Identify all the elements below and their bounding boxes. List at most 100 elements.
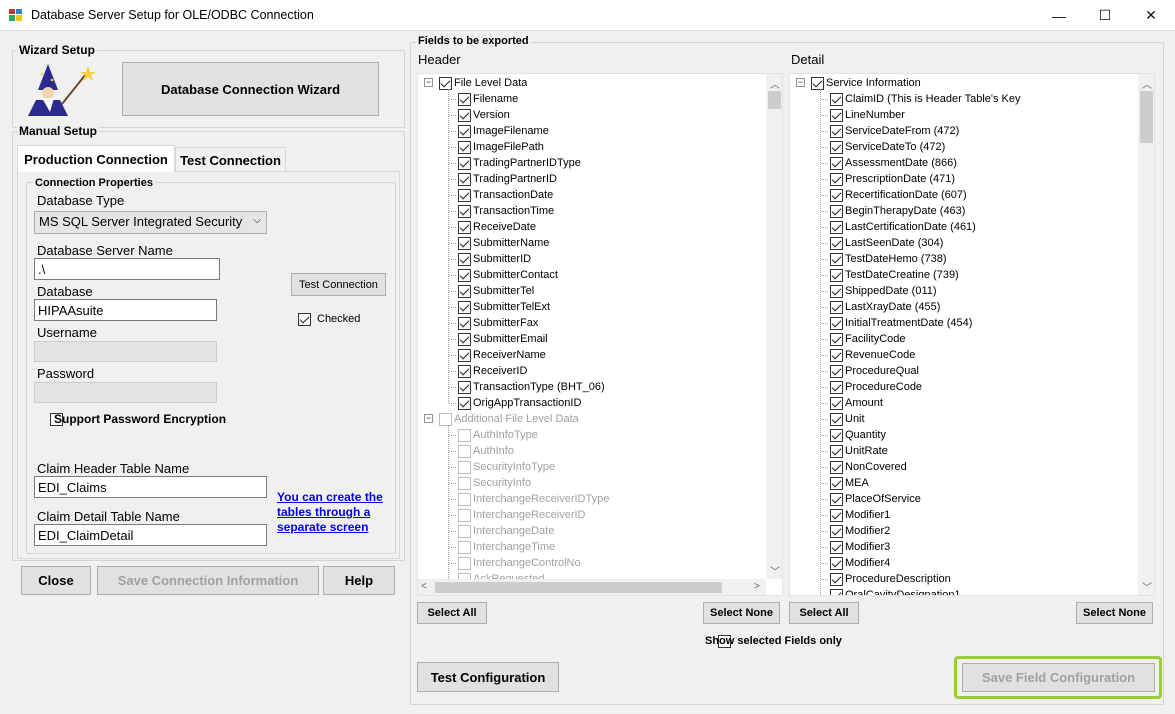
tree-field-node[interactable]: TradingPartnerIDType — [449, 155, 581, 171]
claim-detail-input[interactable]: EDI_ClaimDetail — [34, 524, 267, 546]
tree-field-node[interactable]: SecurityInfoType — [449, 459, 555, 475]
field-checkbox[interactable] — [458, 460, 471, 474]
collapse-icon[interactable]: − — [424, 78, 433, 87]
field-checkbox[interactable] — [830, 492, 843, 506]
tree-field-node[interactable]: Modifier1 — [821, 507, 890, 523]
field-checkbox[interactable] — [458, 476, 471, 490]
scroll-down-icon[interactable]: ﹀ — [1142, 579, 1152, 594]
header-vscroll-thumb[interactable] — [768, 91, 781, 109]
scroll-left-icon[interactable]: < — [421, 581, 427, 592]
tree-field-node[interactable]: AuthInfo — [449, 443, 514, 459]
field-checkbox[interactable] — [458, 364, 471, 378]
header-select-all-button[interactable]: Select All — [417, 602, 487, 624]
field-checkbox[interactable] — [830, 156, 843, 170]
tree-group-node[interactable]: − Additional File Level Data — [424, 411, 579, 427]
field-checkbox[interactable] — [830, 572, 843, 586]
detail-tree-vscroll[interactable]: ︿ ﹀ — [1138, 74, 1154, 595]
field-checkbox[interactable] — [830, 204, 843, 218]
tree-field-node[interactable]: Version — [449, 107, 510, 123]
database-connection-wizard-button[interactable]: Database Connection Wizard — [122, 62, 379, 116]
scroll-up-icon[interactable]: ︿ — [770, 76, 780, 91]
tree-field-node[interactable]: SubmitterTel — [449, 283, 534, 299]
tab-production-connection[interactable]: Production Connection — [17, 145, 175, 172]
field-checkbox[interactable] — [458, 252, 471, 266]
tree-field-node[interactable]: RevenueCode — [821, 347, 915, 363]
minimize-button[interactable]: — — [1036, 0, 1082, 31]
help-button[interactable]: Help — [323, 566, 395, 595]
field-checkbox[interactable] — [830, 332, 843, 346]
field-checkbox[interactable] — [830, 588, 843, 595]
tree-field-node[interactable]: PlaceOfService — [821, 491, 921, 507]
username-input[interactable] — [34, 341, 217, 362]
field-checkbox[interactable] — [830, 236, 843, 250]
tree-field-node[interactable]: AuthInfoType — [449, 427, 538, 443]
test-connection-button[interactable]: Test Connection — [291, 273, 386, 296]
detail-tree[interactable]: − Service Information ClaimID (This is Hea… — [789, 73, 1155, 596]
tree-field-node[interactable]: OrigAppTransactionID — [449, 395, 581, 411]
tree-field-node[interactable]: SubmitterFax — [449, 315, 538, 331]
field-checkbox[interactable] — [830, 380, 843, 394]
tree-field-node[interactable]: SubmitterName — [449, 235, 549, 251]
tree-field-node[interactable]: Amount — [821, 395, 883, 411]
field-checkbox[interactable] — [830, 316, 843, 330]
tree-field-node[interactable]: InterchangeTime — [449, 539, 555, 555]
tree-field-node[interactable]: FacilityCode — [821, 331, 906, 347]
database-input[interactable]: HIPAAsuite — [34, 299, 217, 321]
tree-field-node[interactable]: ProcedureDescription — [821, 571, 951, 587]
field-checkbox[interactable] — [458, 268, 471, 282]
header-tree-hscroll[interactable]: < > — [418, 579, 766, 595]
tree-group-node[interactable]: − Service Information — [796, 75, 921, 91]
save-connection-button[interactable]: Save Connection Information — [97, 566, 319, 595]
collapse-icon[interactable]: − — [424, 414, 433, 423]
tree-field-node[interactable]: ServiceDateFrom (472) — [821, 123, 959, 139]
field-checkbox[interactable] — [830, 108, 843, 122]
tree-field-node[interactable]: ImageFilePath — [449, 139, 544, 155]
field-checkbox[interactable] — [830, 140, 843, 154]
detail-select-none-button[interactable]: Select None — [1076, 602, 1153, 624]
create-tables-link[interactable]: You can create the tables through a sepa… — [277, 490, 383, 535]
tree-field-node[interactable]: UnitRate — [821, 443, 888, 459]
header-hscroll-thumb[interactable] — [435, 582, 722, 593]
scroll-right-icon[interactable]: > — [754, 581, 760, 592]
field-checkbox[interactable] — [811, 76, 824, 90]
header-tree-vscroll[interactable]: ︿ ﹀ — [766, 74, 782, 579]
close-window-button[interactable]: ✕ — [1128, 0, 1174, 31]
tree-field-node[interactable]: SubmitterContact — [449, 267, 558, 283]
tree-field-node[interactable]: ProcedureQual — [821, 363, 919, 379]
field-checkbox[interactable] — [830, 508, 843, 522]
field-checkbox[interactable] — [439, 76, 452, 90]
test-configuration-button[interactable]: Test Configuration — [417, 662, 559, 692]
field-checkbox[interactable] — [458, 188, 471, 202]
field-checkbox[interactable] — [458, 428, 471, 442]
tree-field-node[interactable]: TransactionType (BHT_06) — [449, 379, 605, 395]
tree-field-node[interactable]: ReceiveDate — [449, 219, 536, 235]
tree-field-node[interactable]: Modifier2 — [821, 523, 890, 539]
field-checkbox[interactable] — [830, 172, 843, 186]
tree-field-node[interactable]: SubmitterEmail — [449, 331, 548, 347]
tree-field-node[interactable]: LastSeenDate (304) — [821, 235, 943, 251]
header-tree[interactable]: − File Level Data Filename Version ImageFile… — [417, 73, 783, 596]
password-input[interactable] — [34, 382, 217, 403]
field-checkbox[interactable] — [830, 300, 843, 314]
save-field-configuration-button[interactable]: Save Field Configuration — [962, 663, 1155, 692]
claim-header-input[interactable]: EDI_Claims — [34, 476, 267, 498]
field-checkbox[interactable] — [458, 300, 471, 314]
field-checkbox[interactable] — [830, 252, 843, 266]
tree-field-node[interactable]: InterchangeReceiverID — [449, 507, 586, 523]
tree-field-node[interactable]: TestDateCreatine (739) — [821, 267, 959, 283]
tree-field-node[interactable]: Modifier3 — [821, 539, 890, 555]
scroll-up-icon[interactable]: ︿ — [1142, 76, 1152, 91]
tree-field-node[interactable]: TransactionTime — [449, 203, 554, 219]
field-checkbox[interactable] — [830, 364, 843, 378]
field-checkbox[interactable] — [458, 92, 471, 106]
header-select-none-button[interactable]: Select None — [703, 602, 780, 624]
tree-group-node[interactable]: − File Level Data — [424, 75, 527, 91]
tree-field-node[interactable]: InterchangeReceiverIDType — [449, 491, 609, 507]
tree-field-node[interactable]: SubmitterTelExt — [449, 299, 550, 315]
tree-field-node[interactable]: InterchangeControlNo — [449, 555, 581, 571]
tree-field-node[interactable]: LastCertificationDate (461) — [821, 219, 976, 235]
tree-field-node[interactable]: TestDateHemo (738) — [821, 251, 947, 267]
field-checkbox[interactable] — [458, 380, 471, 394]
tree-field-node[interactable]: TradingPartnerID — [449, 171, 557, 187]
field-checkbox[interactable] — [830, 92, 843, 106]
